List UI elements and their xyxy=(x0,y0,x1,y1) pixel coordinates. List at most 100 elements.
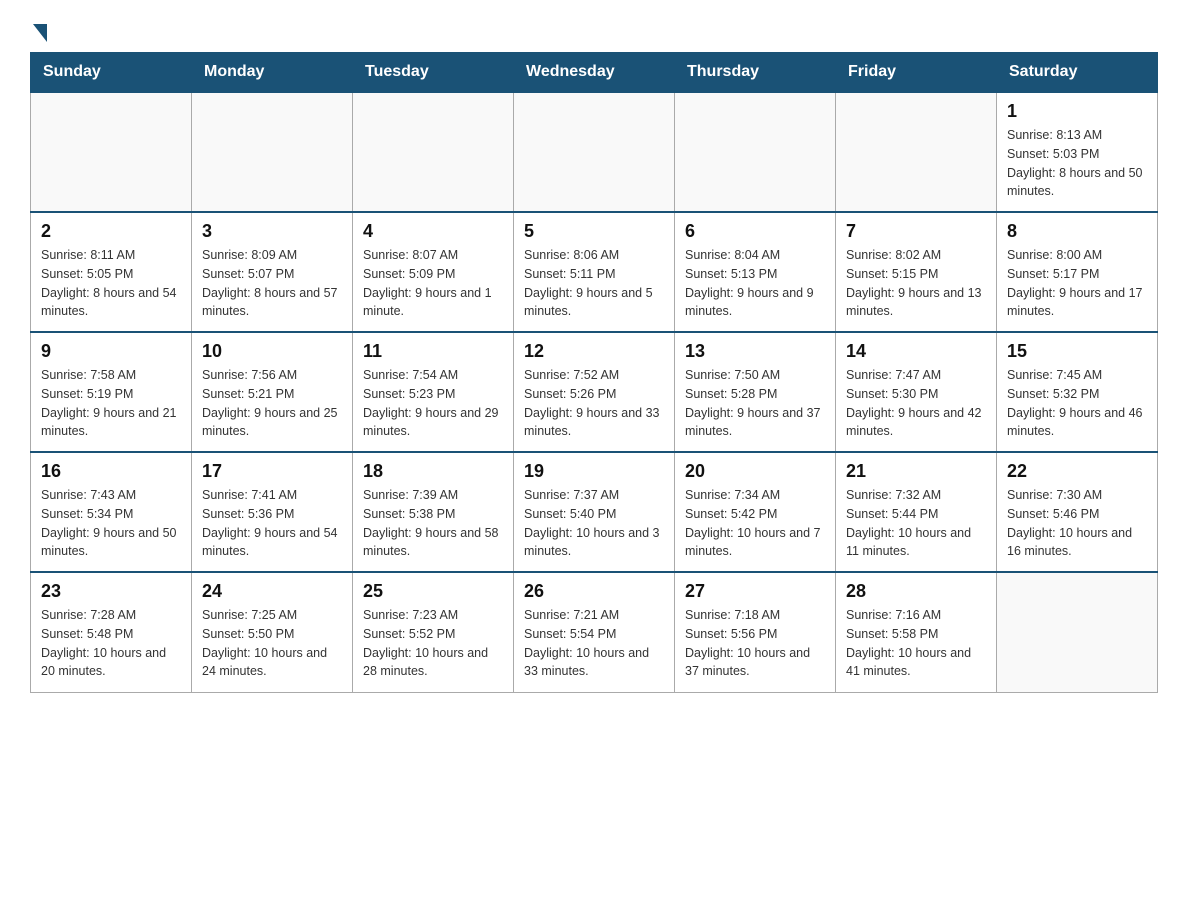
weekday-header-tuesday: Tuesday xyxy=(353,53,514,93)
calendar-cell: 12 Sunrise: 7:52 AM Sunset: 5:26 PM Dayli… xyxy=(514,332,675,452)
calendar-cell: 2 Sunrise: 8:11 AM Sunset: 5:05 PM Daylig… xyxy=(31,212,192,332)
calendar-cell xyxy=(31,92,192,212)
calendar-cell: 21 Sunrise: 7:32 AM Sunset: 5:44 PM Dayli… xyxy=(836,452,997,572)
day-number: 21 xyxy=(846,461,986,482)
day-number: 7 xyxy=(846,221,986,242)
calendar-cell xyxy=(836,92,997,212)
calendar-cell: 19 Sunrise: 7:37 AM Sunset: 5:40 PM Dayli… xyxy=(514,452,675,572)
day-number: 13 xyxy=(685,341,825,362)
day-number: 1 xyxy=(1007,101,1147,122)
calendar-cell xyxy=(514,92,675,212)
day-info: Sunrise: 7:21 AM Sunset: 5:54 PM Dayligh… xyxy=(524,606,664,681)
calendar-cell: 16 Sunrise: 7:43 AM Sunset: 5:34 PM Dayli… xyxy=(31,452,192,572)
calendar-cell: 9Sunrise: 7:58 AM Sunset: 5:19 PM Daylig… xyxy=(31,332,192,452)
day-number: 14 xyxy=(846,341,986,362)
day-info: Sunrise: 7:37 AM Sunset: 5:40 PM Dayligh… xyxy=(524,486,664,561)
calendar-cell: 28 Sunrise: 7:16 AM Sunset: 5:58 PM Dayli… xyxy=(836,572,997,692)
calendar-cell: 27 Sunrise: 7:18 AM Sunset: 5:56 PM Dayli… xyxy=(675,572,836,692)
calendar-cell: 6 Sunrise: 8:04 AM Sunset: 5:13 PM Daylig… xyxy=(675,212,836,332)
day-info: Sunrise: 7:54 AM Sunset: 5:23 PM Dayligh… xyxy=(363,366,503,441)
weekday-header-thursday: Thursday xyxy=(675,53,836,93)
calendar-week-row: 1 Sunrise: 8:13 AM Sunset: 5:03 PM Daylig… xyxy=(31,92,1158,212)
day-info: Sunrise: 7:56 AM Sunset: 5:21 PM Dayligh… xyxy=(202,366,342,441)
calendar-cell: 26 Sunrise: 7:21 AM Sunset: 5:54 PM Dayli… xyxy=(514,572,675,692)
day-info: Sunrise: 7:43 AM Sunset: 5:34 PM Dayligh… xyxy=(41,486,181,561)
day-info: Sunrise: 8:11 AM Sunset: 5:05 PM Dayligh… xyxy=(41,246,181,321)
day-number: 6 xyxy=(685,221,825,242)
day-number: 3 xyxy=(202,221,342,242)
calendar-cell xyxy=(353,92,514,212)
day-number: 17 xyxy=(202,461,342,482)
day-number: 2 xyxy=(41,221,181,242)
calendar-cell: 24 Sunrise: 7:25 AM Sunset: 5:50 PM Dayli… xyxy=(192,572,353,692)
day-number: 19 xyxy=(524,461,664,482)
calendar-week-row: 2 Sunrise: 8:11 AM Sunset: 5:05 PM Daylig… xyxy=(31,212,1158,332)
calendar-table: SundayMondayTuesdayWednesdayThursdayFrid… xyxy=(30,52,1158,693)
day-number: 11 xyxy=(363,341,503,362)
calendar-cell xyxy=(675,92,836,212)
day-info: Sunrise: 7:18 AM Sunset: 5:56 PM Dayligh… xyxy=(685,606,825,681)
calendar-header-row: SundayMondayTuesdayWednesdayThursdayFrid… xyxy=(31,53,1158,93)
logo-triangle-icon xyxy=(33,24,47,42)
day-info: Sunrise: 7:45 AM Sunset: 5:32 PM Dayligh… xyxy=(1007,366,1147,441)
calendar-cell: 17 Sunrise: 7:41 AM Sunset: 5:36 PM Dayli… xyxy=(192,452,353,572)
weekday-header-saturday: Saturday xyxy=(997,53,1158,93)
day-number: 10 xyxy=(202,341,342,362)
day-info: Sunrise: 7:41 AM Sunset: 5:36 PM Dayligh… xyxy=(202,486,342,561)
day-info: Sunrise: 7:16 AM Sunset: 5:58 PM Dayligh… xyxy=(846,606,986,681)
day-info: Sunrise: 8:06 AM Sunset: 5:11 PM Dayligh… xyxy=(524,246,664,321)
day-number: 25 xyxy=(363,581,503,602)
day-number: 16 xyxy=(41,461,181,482)
page-header xyxy=(30,20,1158,42)
day-number: 20 xyxy=(685,461,825,482)
calendar-cell: 3 Sunrise: 8:09 AM Sunset: 5:07 PM Daylig… xyxy=(192,212,353,332)
day-number: 26 xyxy=(524,581,664,602)
calendar-cell: 18Sunrise: 7:39 AM Sunset: 5:38 PM Dayli… xyxy=(353,452,514,572)
day-number: 8 xyxy=(1007,221,1147,242)
day-info: Sunrise: 8:00 AM Sunset: 5:17 PM Dayligh… xyxy=(1007,246,1147,321)
day-number: 4 xyxy=(363,221,503,242)
day-number: 15 xyxy=(1007,341,1147,362)
day-number: 5 xyxy=(524,221,664,242)
day-number: 27 xyxy=(685,581,825,602)
day-info: Sunrise: 7:23 AM Sunset: 5:52 PM Dayligh… xyxy=(363,606,503,681)
day-info: Sunrise: 8:09 AM Sunset: 5:07 PM Dayligh… xyxy=(202,246,342,321)
day-info: Sunrise: 7:32 AM Sunset: 5:44 PM Dayligh… xyxy=(846,486,986,561)
calendar-cell: 13 Sunrise: 7:50 AM Sunset: 5:28 PM Dayli… xyxy=(675,332,836,452)
calendar-cell: 14 Sunrise: 7:47 AM Sunset: 5:30 PM Dayli… xyxy=(836,332,997,452)
day-number: 23 xyxy=(41,581,181,602)
weekday-header-wednesday: Wednesday xyxy=(514,53,675,93)
calendar-cell: 11 Sunrise: 7:54 AM Sunset: 5:23 PM Dayli… xyxy=(353,332,514,452)
calendar-cell: 4 Sunrise: 8:07 AM Sunset: 5:09 PM Daylig… xyxy=(353,212,514,332)
day-info: Sunrise: 7:39 AM Sunset: 5:38 PM Dayligh… xyxy=(363,486,503,561)
day-number: 22 xyxy=(1007,461,1147,482)
day-info: Sunrise: 7:25 AM Sunset: 5:50 PM Dayligh… xyxy=(202,606,342,681)
calendar-cell: 8 Sunrise: 8:00 AM Sunset: 5:17 PM Daylig… xyxy=(997,212,1158,332)
calendar-cell: 5 Sunrise: 8:06 AM Sunset: 5:11 PM Daylig… xyxy=(514,212,675,332)
weekday-header-monday: Monday xyxy=(192,53,353,93)
day-number: 24 xyxy=(202,581,342,602)
day-info: Sunrise: 7:50 AM Sunset: 5:28 PM Dayligh… xyxy=(685,366,825,441)
calendar-cell: 15 Sunrise: 7:45 AM Sunset: 5:32 PM Dayli… xyxy=(997,332,1158,452)
calendar-cell: 7 Sunrise: 8:02 AM Sunset: 5:15 PM Daylig… xyxy=(836,212,997,332)
day-info: Sunrise: 7:52 AM Sunset: 5:26 PM Dayligh… xyxy=(524,366,664,441)
day-number: 12 xyxy=(524,341,664,362)
day-info: Sunrise: 8:07 AM Sunset: 5:09 PM Dayligh… xyxy=(363,246,503,321)
calendar-cell xyxy=(997,572,1158,692)
day-info: Sunrise: 8:04 AM Sunset: 5:13 PM Dayligh… xyxy=(685,246,825,321)
calendar-cell xyxy=(192,92,353,212)
calendar-cell: 22 Sunrise: 7:30 AM Sunset: 5:46 PM Dayli… xyxy=(997,452,1158,572)
day-info: Sunrise: 8:02 AM Sunset: 5:15 PM Dayligh… xyxy=(846,246,986,321)
day-info: Sunrise: 7:28 AM Sunset: 5:48 PM Dayligh… xyxy=(41,606,181,681)
calendar-cell: 1 Sunrise: 8:13 AM Sunset: 5:03 PM Daylig… xyxy=(997,92,1158,212)
calendar-cell: 20Sunrise: 7:34 AM Sunset: 5:42 PM Dayli… xyxy=(675,452,836,572)
weekday-header-sunday: Sunday xyxy=(31,53,192,93)
calendar-week-row: 16 Sunrise: 7:43 AM Sunset: 5:34 PM Dayli… xyxy=(31,452,1158,572)
day-info: Sunrise: 7:30 AM Sunset: 5:46 PM Dayligh… xyxy=(1007,486,1147,561)
day-info: Sunrise: 7:47 AM Sunset: 5:30 PM Dayligh… xyxy=(846,366,986,441)
calendar-week-row: 9Sunrise: 7:58 AM Sunset: 5:19 PM Daylig… xyxy=(31,332,1158,452)
day-number: 28 xyxy=(846,581,986,602)
logo xyxy=(30,20,47,42)
calendar-week-row: 23 Sunrise: 7:28 AM Sunset: 5:48 PM Dayli… xyxy=(31,572,1158,692)
day-info: Sunrise: 8:13 AM Sunset: 5:03 PM Dayligh… xyxy=(1007,126,1147,201)
